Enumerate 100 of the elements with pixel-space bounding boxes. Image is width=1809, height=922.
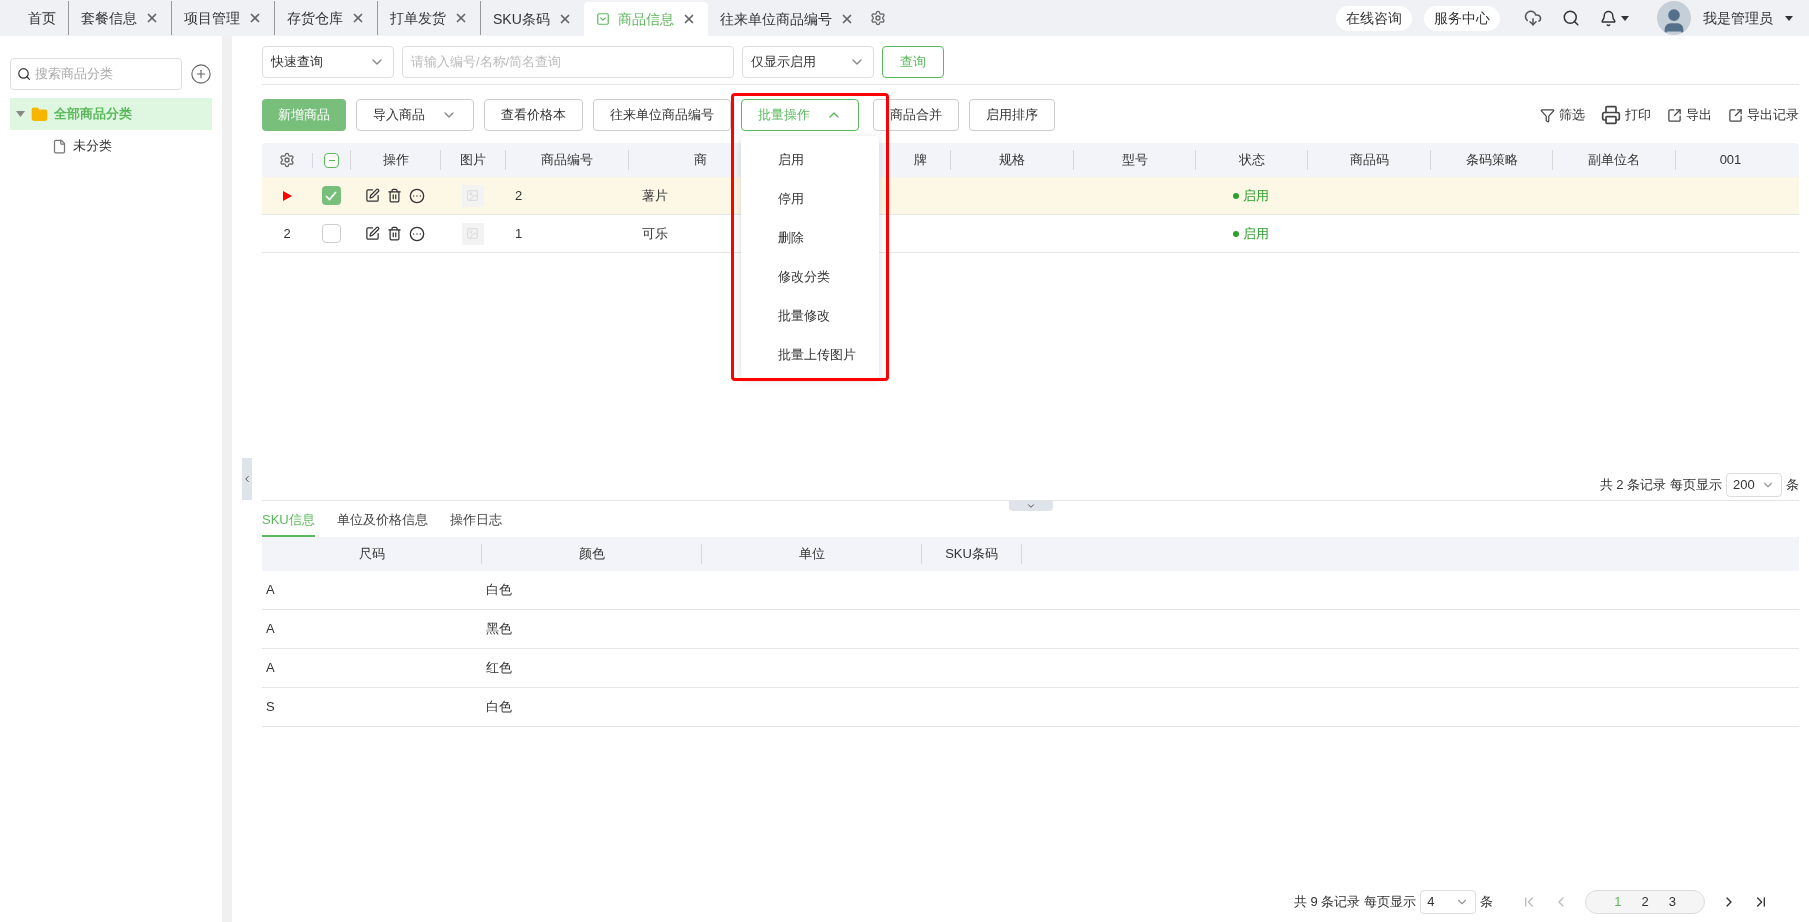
column-header: 操作 [382,151,409,170]
close-icon[interactable] [351,11,365,25]
expand-caret-icon[interactable] [16,111,25,117]
unit-label: 条 [1786,476,1799,495]
toolbar-button[interactable]: 启用排序 [969,99,1055,131]
tab[interactable]: 往来单位商品编号 [707,2,866,36]
table-cell: 白色 [486,582,512,598]
unit-label: 条 [1480,893,1494,912]
search-icon[interactable] [1562,9,1580,27]
cloud-download-icon[interactable] [1524,9,1542,27]
toolbar-button[interactable]: 查看价格本 [484,99,583,131]
page-link[interactable]: 3 [1668,892,1676,912]
tree-item[interactable]: 未分类 [10,130,212,162]
table-cell: 可乐 [642,225,668,241]
toolbar-action[interactable]: 导出 [1667,105,1712,125]
edit-icon[interactable] [365,187,380,203]
table-cell: A [266,621,275,637]
tab[interactable]: 存货仓库 [275,1,378,35]
row-checkbox[interactable] [321,224,341,243]
header-link[interactable]: 在线咨询 [1336,5,1412,31]
column-header: 商品编号 [541,151,593,170]
more-icon[interactable] [409,225,425,242]
check-icon [325,190,337,201]
more-icon[interactable] [409,187,425,204]
column-header: 商 [694,151,707,170]
table-cell: 白色 [486,699,512,715]
column-settings-icon[interactable] [279,152,295,168]
delete-icon[interactable] [387,225,402,241]
menu-item[interactable]: 批量修改 [741,296,879,335]
close-icon[interactable] [248,11,262,25]
table-cell: S [266,699,275,715]
close-icon[interactable] [454,11,468,25]
add-icon[interactable] [190,63,212,85]
toolbar-button[interactable]: 往来单位商品编号 [593,99,731,131]
column-header: 牌 [914,151,927,170]
tab[interactable]: 首页 [16,1,69,35]
detail-tab[interactable]: 操作日志 [449,509,502,537]
status-text: 启用 [1243,186,1269,205]
search-field[interactable]: 请输入编号/名称/简名查询 [402,45,734,78]
tab[interactable]: SKU条码 [481,2,584,36]
table-cell: A [266,660,275,676]
column-header: 副单位名 [1588,151,1640,170]
column-header: 颜色 [578,545,605,564]
page-size-select[interactable]: 200 [1726,473,1782,497]
column-header: 条码策略 [1465,151,1518,170]
edit-icon[interactable] [365,225,380,241]
query-mode-select[interactable]: 快速查询 [262,45,394,78]
column-header: 规格 [999,151,1025,170]
collapse-handle[interactable] [242,458,252,500]
avatar[interactable] [1657,1,1691,35]
record-count: 共 9 条记录 [1293,893,1361,912]
column-header: 单位 [798,545,825,564]
bell-icon[interactable] [1600,9,1617,27]
table-cell: 1 [515,225,523,241]
page-size-select[interactable]: 4 [1420,890,1477,914]
user-name[interactable]: 我是管理员 [1703,7,1773,29]
select-all-checkbox[interactable] [324,152,339,168]
status-filter-select[interactable]: 仅显示启用 [742,45,874,78]
table-cell: A [266,582,275,598]
column-header: 状态 [1238,151,1265,170]
tab[interactable]: 套餐信息 [69,1,172,35]
record-count: 共 2 条记录 [1599,476,1666,495]
tab[interactable]: 项目管理 [172,1,275,35]
image-placeholder-icon [461,184,484,207]
table-cell: 红色 [486,660,512,676]
search-input[interactable]: 搜索商品分类 [35,64,175,84]
splitter-handle[interactable] [1008,501,1053,511]
table-cell: 薯片 [642,187,668,203]
image-placeholder-icon [461,222,484,245]
export-icon [1728,107,1743,123]
folder-icon [31,105,48,123]
toolbar-action[interactable]: 筛选 [1540,105,1585,125]
import-button[interactable]: 导入商品 [356,99,474,131]
table-cell: 黑色 [486,621,512,637]
header-link[interactable]: 服务中心 [1424,5,1500,31]
column-header: 001 [1719,151,1742,170]
tab[interactable]: 打单发货 [378,1,481,35]
filter-icon [1540,107,1555,123]
category-search-field[interactable]: 搜索商品分类 [10,58,182,90]
print-icon [1601,105,1621,125]
caret-icon [1621,15,1629,21]
column-header: 型号 [1121,151,1148,170]
close-icon[interactable] [145,11,159,25]
toolbar-action[interactable]: 打印 [1601,105,1651,125]
column-header: 商品码 [1349,151,1389,170]
page-link[interactable]: 2 [1641,892,1649,912]
table-cell: 2 [515,187,523,203]
detail-tab[interactable]: 单位及价格信息 [336,509,428,537]
column-header: SKU条码 [945,545,998,564]
toolbar-action[interactable]: 导出记录 [1728,105,1799,125]
delete-icon[interactable] [387,187,402,203]
menu-item[interactable]: 停用 [741,179,879,218]
menu-item[interactable]: 启用 [741,140,879,179]
row-checkbox[interactable] [321,186,341,205]
menu-item[interactable]: 修改分类 [741,257,879,296]
per-page-label: 每页显示 [1364,893,1417,912]
toolbar-button[interactable]: 商品合并 [873,99,959,131]
product-icon [595,12,610,26]
settings-icon[interactable] [869,10,886,26]
menu-item[interactable]: 批量上传图片 [741,335,879,374]
